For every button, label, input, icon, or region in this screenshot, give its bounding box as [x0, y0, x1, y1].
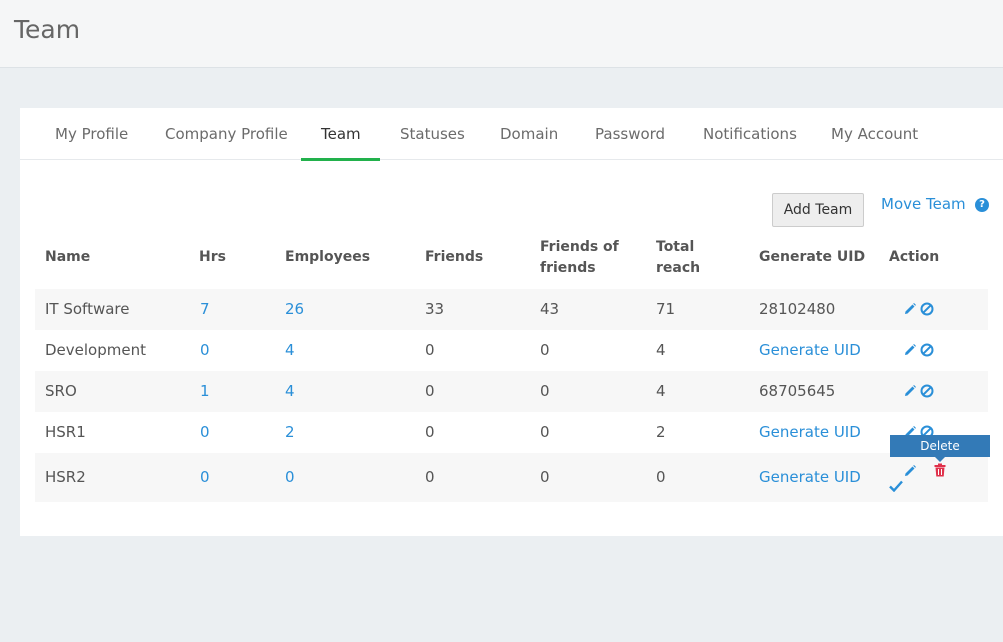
cell-employees-link[interactable]: 4: [285, 341, 295, 359]
top-header: Team: [0, 0, 1003, 68]
header-friends-of-friends: Friends of friends: [540, 237, 619, 279]
cell-name: SRO: [45, 382, 77, 400]
tab-company-profile[interactable]: Company Profile: [165, 108, 288, 160]
generate-uid-link[interactable]: Generate UID: [759, 423, 861, 441]
cell-friends-of-friends: 0: [540, 468, 550, 486]
generate-uid-link[interactable]: Generate UID: [759, 468, 861, 486]
delete-tooltip: Delete: [890, 435, 990, 457]
header-action: Action: [889, 249, 940, 265]
cell-hrs-link[interactable]: 7: [200, 300, 210, 318]
header-reach-line2: reach: [656, 260, 701, 276]
cell-employees-link[interactable]: 26: [285, 300, 304, 318]
tab-team[interactable]: Team: [321, 108, 361, 160]
team-card: My Profile Company Profile Team Statuses…: [20, 108, 1003, 536]
tab-bar: My Profile Company Profile Team Statuses…: [20, 108, 1003, 161]
table-row: IT Software 7 26 33 43 71 28102480: [35, 289, 988, 330]
add-team-button[interactable]: Add Team: [772, 193, 864, 227]
pencil-icon[interactable]: [903, 343, 917, 361]
header-name: Name: [45, 249, 91, 265]
ban-icon[interactable]: [920, 302, 934, 320]
cell-uid: 28102480: [759, 300, 836, 318]
cell-employees-link[interactable]: 4: [285, 382, 295, 400]
cell-hrs-link[interactable]: 0: [200, 423, 210, 441]
trash-icon[interactable]: [934, 463, 946, 481]
cell-total-reach: 4: [656, 382, 666, 400]
header-hrs: Hrs: [199, 249, 226, 265]
cell-hrs-link[interactable]: 0: [200, 468, 210, 486]
cell-friends-of-friends: 0: [540, 341, 550, 359]
cell-friends-of-friends: 0: [540, 423, 550, 441]
cell-total-reach: 71: [656, 300, 676, 318]
header-fof-line1: Friends of: [540, 239, 619, 255]
ban-icon[interactable]: [920, 384, 934, 402]
cell-name: Development: [45, 341, 146, 359]
pencil-icon[interactable]: [903, 464, 917, 482]
cell-friends: 0: [425, 423, 435, 441]
cell-friends: 0: [425, 382, 435, 400]
header-reach-line1: Total: [656, 239, 695, 255]
cell-hrs-link[interactable]: 0: [200, 341, 210, 359]
cell-friends: 0: [425, 468, 435, 486]
cell-friends-of-friends: 0: [540, 382, 550, 400]
tab-my-account[interactable]: My Account: [831, 108, 918, 160]
cell-total-reach: 2: [656, 423, 666, 441]
cell-name: HSR2: [45, 468, 86, 486]
header-total-reach: Total reach: [656, 237, 700, 279]
cell-name: IT Software: [45, 300, 130, 318]
table-row: HSR2 0 0 0 0 0 Generate UID: [35, 453, 988, 502]
page-title: Team: [14, 15, 81, 44]
cell-friends-of-friends: 43: [540, 300, 560, 318]
cell-friends: 0: [425, 341, 435, 359]
cell-uid: 68705645: [759, 382, 836, 400]
cell-total-reach: 4: [656, 341, 666, 359]
header-fof-line2: friends: [540, 260, 596, 276]
pencil-icon[interactable]: [903, 302, 917, 320]
tab-notifications[interactable]: Notifications: [703, 108, 797, 160]
active-tab-indicator: [301, 158, 380, 161]
header-generate-uid: Generate UID: [759, 249, 866, 265]
tab-my-profile[interactable]: My Profile: [55, 108, 128, 160]
cell-total-reach: 0: [656, 468, 666, 486]
tab-statuses[interactable]: Statuses: [400, 108, 465, 160]
cell-hrs-link[interactable]: 1: [200, 382, 210, 400]
pencil-icon[interactable]: [903, 384, 917, 402]
header-employees: Employees: [285, 249, 371, 265]
tab-domain[interactable]: Domain: [500, 108, 558, 160]
cell-name: HSR1: [45, 423, 86, 441]
header-friends: Friends: [425, 249, 484, 265]
move-team-link[interactable]: Move Team: [881, 195, 966, 213]
table-row: HSR1 0 2 0 0 2 Generate UID: [35, 412, 988, 453]
ban-icon[interactable]: [920, 343, 934, 361]
generate-uid-link[interactable]: Generate UID: [759, 341, 861, 359]
tab-password[interactable]: Password: [595, 108, 665, 160]
table-row: SRO 1 4 0 0 4 68705645: [35, 371, 988, 412]
table-row: Development 0 4 0 0 4 Generate UID: [35, 330, 988, 371]
tooltip-arrow: [935, 457, 945, 462]
cell-friends: 33: [425, 300, 445, 318]
check-icon[interactable]: [889, 478, 903, 496]
cell-employees-link[interactable]: 0: [285, 468, 295, 486]
help-icon[interactable]: ?: [975, 198, 989, 212]
cell-employees-link[interactable]: 2: [285, 423, 295, 441]
